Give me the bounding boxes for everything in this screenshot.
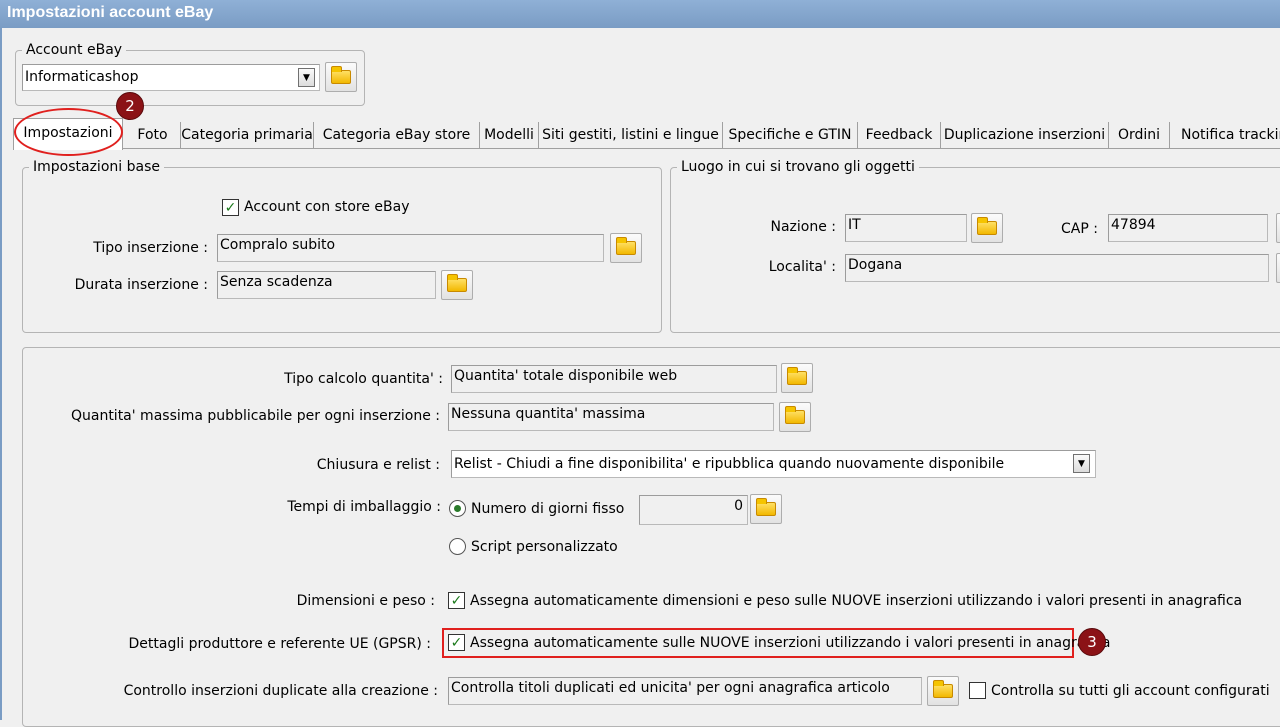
durata-inserzione-browse-button[interactable] <box>441 270 473 300</box>
radio-giorni-fisso[interactable] <box>449 500 466 517</box>
account-browse-button[interactable] <box>325 62 357 92</box>
chiusura-relist-select[interactable]: Relist - Chiudi a fine disponibilita' e … <box>451 450 1096 478</box>
tab-categoria-primaria[interactable]: Categoria primaria <box>181 122 314 149</box>
tab-notifica-tracking[interactable]: Notifica tracking <box>1170 122 1280 149</box>
localita-browse-button[interactable] <box>1276 253 1280 283</box>
dimensioni-peso-checkbox[interactable]: ✓ <box>448 592 465 609</box>
tab-modelli[interactable]: Modelli <box>480 122 539 149</box>
gpsr-checkbox-label: Assegna automaticamente sulle NUOVE inse… <box>470 635 1111 651</box>
folder-icon <box>331 66 351 84</box>
store-checkbox-label: Account con store eBay <box>244 199 410 215</box>
cap-browse-button[interactable] <box>1276 213 1280 243</box>
store-checkbox[interactable]: ✓ <box>222 199 239 216</box>
dimensioni-peso-checkbox-label: Assegna automaticamente dimensioni e pes… <box>470 593 1243 609</box>
tab-ordini[interactable]: Ordini <box>1109 122 1170 149</box>
nazione-field[interactable]: IT <box>845 214 967 242</box>
nazione-browse-button[interactable] <box>971 213 1003 243</box>
chiusura-relist-label: Chiusura e relist : <box>316 457 440 473</box>
gpsr-checkbox[interactable]: ✓ <box>448 634 465 651</box>
location-group: Luogo in cui si trovano gli oggetti <box>670 159 1280 333</box>
window-edge <box>0 28 2 720</box>
quantita-massima-label: Quantita' massima pubblicabile per ogni … <box>70 408 440 424</box>
quantita-massima-field[interactable]: Nessuna quantita' massima <box>448 403 774 431</box>
duplicate-check-field[interactable]: Controlla titoli duplicati ed unicita' p… <box>448 677 922 705</box>
durata-inserzione-label: Durata inserzione : <box>74 277 208 293</box>
tab-feedback[interactable]: Feedback <box>858 122 941 149</box>
quantita-massima-browse-button[interactable] <box>779 402 811 432</box>
location-legend: Luogo in cui si trovano gli oggetti <box>681 159 915 175</box>
tipo-inserzione-field[interactable]: Compralo subito <box>217 234 604 262</box>
tab-categoria-ebay-store[interactable]: Categoria eBay store <box>314 122 480 149</box>
cap-label: CAP : <box>1061 221 1098 237</box>
dimensioni-peso-label: Dimensioni e peso : <box>296 593 435 609</box>
duplicate-check-browse-button[interactable] <box>927 676 959 706</box>
annotation-badge-2: 2 <box>116 92 144 120</box>
tempi-imballaggio-label: Tempi di imballaggio : <box>287 499 441 515</box>
calcolo-quantita-browse-button[interactable] <box>781 363 813 393</box>
folder-icon <box>616 237 636 255</box>
account-dropdown-chevron-icon[interactable]: ▼ <box>298 68 315 87</box>
folder-icon <box>933 680 953 698</box>
tipo-inserzione-label: Tipo inserzione : <box>93 240 208 256</box>
durata-inserzione-field[interactable]: Senza scadenza <box>217 271 436 299</box>
radio-script-label: Script personalizzato <box>471 539 618 555</box>
gpsr-label: Dettagli produttore e referente UE (GPSR… <box>128 636 431 652</box>
account-select[interactable]: Informaticashop <box>22 64 320 91</box>
folder-icon <box>787 367 807 385</box>
annotation-badge-3: 3 <box>1078 628 1106 656</box>
highlight-ellipse <box>14 108 123 156</box>
tab-bar: Impostazioni Foto Categoria primaria Cat… <box>13 118 1280 150</box>
chiusura-dropdown-chevron-icon[interactable]: ▼ <box>1073 454 1090 473</box>
duplicate-check-label: Controllo inserzioni duplicate alla crea… <box>123 683 438 699</box>
folder-icon <box>756 498 776 516</box>
nazione-label: Nazione : <box>770 219 836 235</box>
window-title: Impostazioni account eBay <box>0 0 1280 28</box>
radio-script-personalizzato[interactable] <box>449 538 466 555</box>
giorni-browse-button[interactable] <box>750 494 782 524</box>
tipo-inserzione-browse-button[interactable] <box>610 233 642 263</box>
folder-icon <box>977 217 997 235</box>
folder-icon <box>785 406 805 424</box>
tab-duplicazione-inserzioni[interactable]: Duplicazione inserzioni <box>941 122 1109 149</box>
tab-specifiche-gtin[interactable]: Specifiche e GTIN <box>723 122 858 149</box>
localita-label: Localita' : <box>768 259 836 275</box>
tab-foto[interactable]: Foto <box>125 122 181 149</box>
base-settings-legend: Impostazioni base <box>33 159 160 175</box>
giorni-field[interactable]: 0 <box>639 495 748 525</box>
all-accounts-checkbox-label: Controlla su tutti gli account configura… <box>991 683 1270 699</box>
tab-siti-gestiti[interactable]: Siti gestiti, listini e lingue <box>539 122 723 149</box>
cap-field[interactable]: 47894 <box>1108 214 1268 242</box>
calcolo-quantita-label: Tipo calcolo quantita' : <box>284 371 443 387</box>
calcolo-quantita-field[interactable]: Quantita' totale disponibile web <box>451 365 777 393</box>
all-accounts-checkbox[interactable] <box>969 682 986 699</box>
radio-giorni-fisso-label: Numero di giorni fisso <box>471 501 625 517</box>
folder-icon <box>447 274 467 292</box>
account-legend: Account eBay <box>26 42 123 58</box>
localita-field[interactable]: Dogana <box>845 254 1269 282</box>
